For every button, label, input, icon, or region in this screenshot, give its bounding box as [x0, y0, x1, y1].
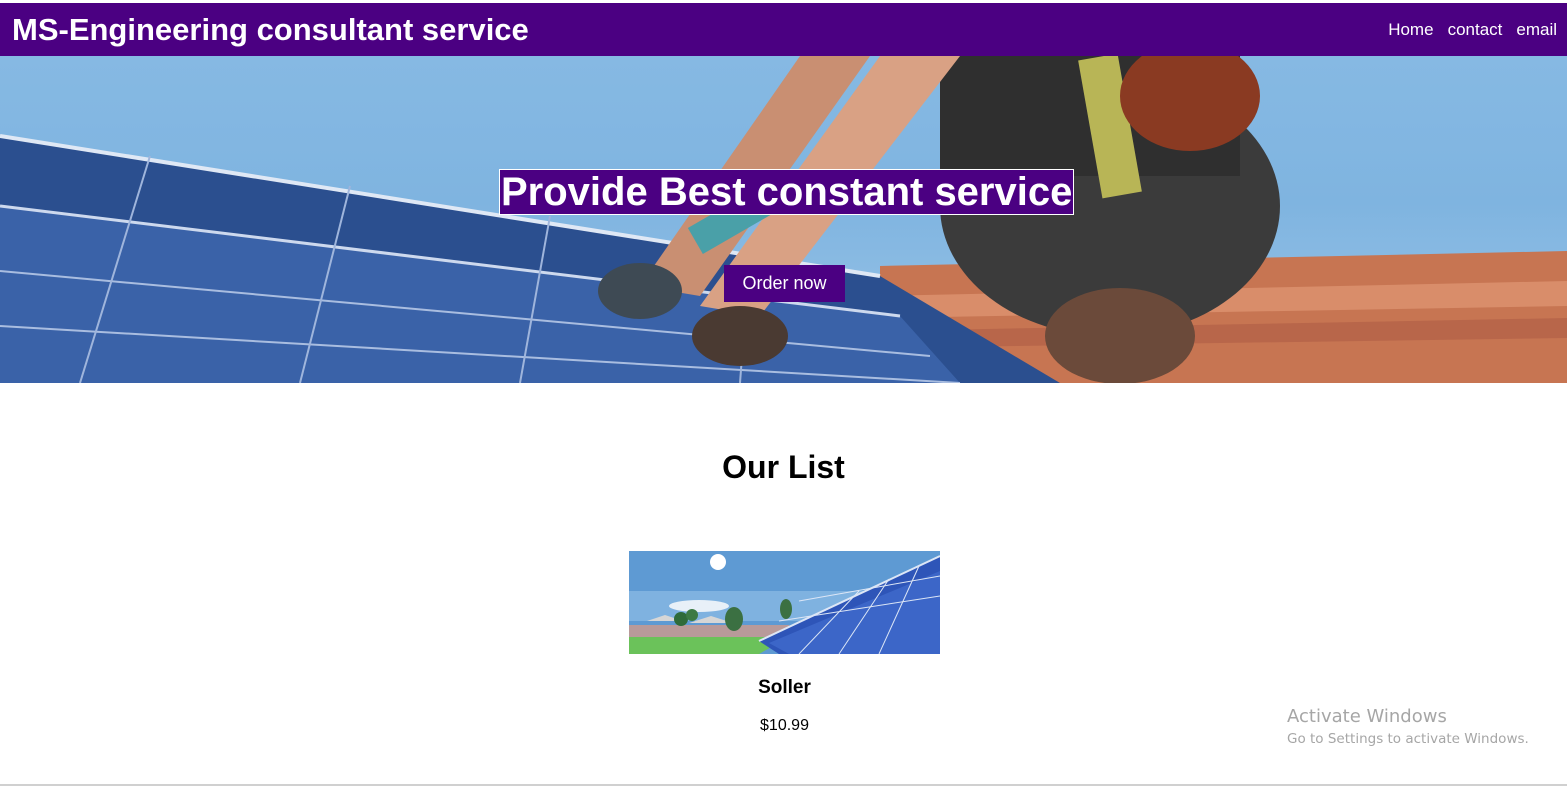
site-brand[interactable]: MS-Engineering consultant service	[12, 12, 529, 48]
product-name: Soller	[758, 677, 811, 698]
nav-links: Home contact email	[1388, 20, 1557, 40]
hero-title: Provide Best constant service	[499, 169, 1075, 215]
nav-email-link[interactable]: email	[1516, 20, 1557, 40]
order-now-button[interactable]: Order now	[724, 265, 845, 302]
activate-windows-title: Activate Windows	[1287, 706, 1447, 727]
nav-contact-link[interactable]: contact	[1448, 20, 1503, 40]
activate-windows-subtitle: Go to Settings to activate Windows.	[1287, 731, 1529, 747]
windows-activation-watermark: Activate Windows Go to Settings to activ…	[1287, 706, 1529, 747]
product-image	[629, 551, 940, 654]
top-navbar: MS-Engineering consultant service Home c…	[0, 3, 1567, 56]
product-price: $10.99	[760, 717, 809, 734]
hero-background-image	[0, 56, 1567, 383]
product-card[interactable]: Soller $10.99	[629, 551, 940, 735]
list-section-title: Our List	[722, 449, 845, 485]
nav-home-link[interactable]: Home	[1388, 20, 1433, 40]
hero-banner: Provide Best constant service Order now	[0, 56, 1567, 383]
